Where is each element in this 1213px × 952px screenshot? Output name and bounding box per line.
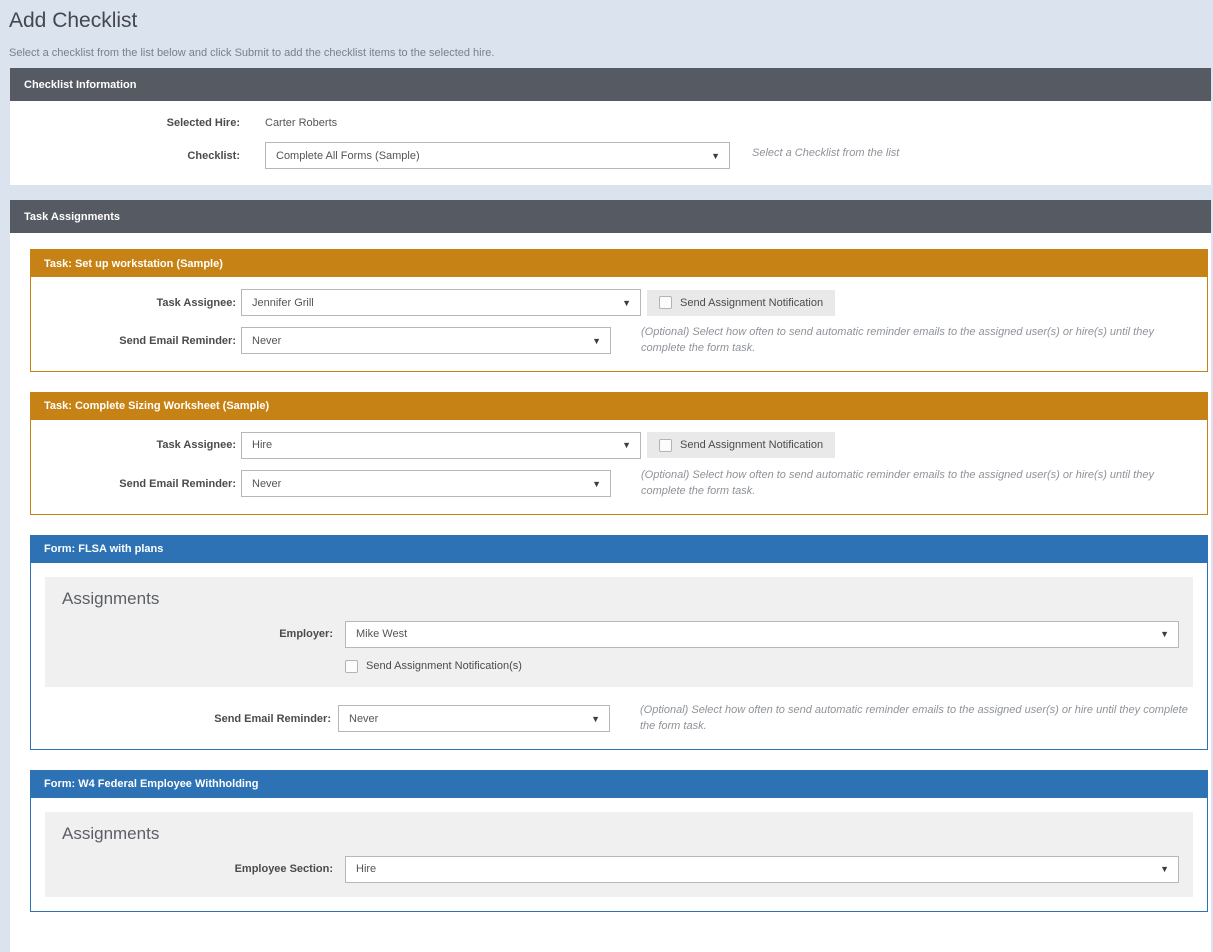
send-assignment-notification-row: Send Assignment Notification(s) <box>345 660 1179 673</box>
task-panel-title: Task: Set up workstation (Sample) <box>31 250 1207 277</box>
checklist-hint: Select a Checklist from the list <box>752 146 899 162</box>
reminder-hint: (Optional) Select how often to send auto… <box>641 468 1193 500</box>
send-email-reminder-select[interactable]: Never ▼ <box>241 470 611 497</box>
employer-row: Employer: Mike West ▼ <box>60 621 1179 648</box>
chevron-down-icon: ▼ <box>1154 629 1178 639</box>
page-subtitle: Select a checklist from the list below a… <box>9 47 1203 60</box>
task-panel-complete-sizing-worksheet: Task: Complete Sizing Worksheet (Sample)… <box>30 392 1208 515</box>
send-assignment-notification-label: Send Assignment Notification(s) <box>366 660 522 672</box>
send-assignment-notification-label: Send Assignment Notification <box>680 297 823 309</box>
task-assignee-label: Task Assignee: <box>31 439 241 451</box>
send-assignment-notification-checkbox[interactable] <box>659 296 672 309</box>
task-assignee-select-value: Hire <box>242 439 616 451</box>
employee-section-select-value: Hire <box>346 863 1154 875</box>
checklist-row: Checklist: Complete All Forms (Sample) ▼… <box>10 142 1211 169</box>
send-email-reminder-row: Send Email Reminder: Never ▼ (Optional) … <box>45 703 1193 735</box>
checklist-information-section: Checklist Information Selected Hire: Car… <box>10 68 1211 185</box>
task-assignee-select-value: Jennifer Grill <box>242 297 616 309</box>
selected-hire-value: Carter Roberts <box>265 117 337 129</box>
send-assignment-notification-checkbox[interactable] <box>659 439 672 452</box>
send-email-reminder-label: Send Email Reminder: <box>31 335 241 347</box>
checklist-select[interactable]: Complete All Forms (Sample) ▼ <box>265 142 730 169</box>
send-email-reminder-select-value: Never <box>339 713 585 725</box>
assignments-box: Assignments Employer: Mike West ▼ Send A… <box>45 577 1193 687</box>
employee-section-label: Employee Section: <box>60 863 345 875</box>
chevron-down-icon: ▼ <box>616 440 640 450</box>
chevron-down-icon: ▼ <box>586 479 610 489</box>
selected-hire-row: Selected Hire: Carter Roberts <box>10 117 1211 129</box>
form-panel-flsa: Form: FLSA with plans Assignments Employ… <box>30 535 1208 750</box>
send-email-reminder-label: Send Email Reminder: <box>45 713 331 725</box>
assignments-box: Assignments Employee Section: Hire ▼ <box>45 812 1193 897</box>
assignments-heading: Assignments <box>62 824 1179 844</box>
employee-section-select[interactable]: Hire ▼ <box>345 856 1179 883</box>
checklist-label: Checklist: <box>10 150 265 162</box>
chevron-down-icon: ▼ <box>1154 864 1178 874</box>
send-assignment-notification-chip: Send Assignment Notification <box>647 432 835 458</box>
task-assignee-select[interactable]: Hire ▼ <box>241 432 641 459</box>
chevron-down-icon: ▼ <box>586 336 610 346</box>
section-header-task-assignments: Task Assignments <box>10 200 1211 233</box>
send-email-reminder-label: Send Email Reminder: <box>31 478 241 490</box>
send-email-reminder-select-value: Never <box>242 478 586 490</box>
send-email-reminder-row: Send Email Reminder: Never ▼ (Optional) … <box>31 325 1207 357</box>
send-email-reminder-select-value: Never <box>242 335 586 347</box>
employer-label: Employer: <box>60 628 345 640</box>
task-assignee-row: Task Assignee: Hire ▼ Send Assignment No… <box>31 432 1207 459</box>
chevron-down-icon: ▼ <box>585 714 609 724</box>
employee-section-row: Employee Section: Hire ▼ <box>60 856 1179 883</box>
send-email-reminder-row: Send Email Reminder: Never ▼ (Optional) … <box>31 468 1207 500</box>
page-header: Add Checklist Select a checklist from th… <box>0 0 1213 60</box>
employer-select[interactable]: Mike West ▼ <box>345 621 1179 648</box>
chevron-down-icon: ▼ <box>616 298 640 308</box>
send-email-reminder-select[interactable]: Never ▼ <box>241 327 611 354</box>
form-panel-title: Form: W4 Federal Employee Withholding <box>31 771 1207 798</box>
form-panel-w4: Form: W4 Federal Employee Withholding As… <box>30 770 1208 912</box>
chevron-down-icon: ▼ <box>705 151 729 161</box>
send-assignment-notification-label: Send Assignment Notification <box>680 439 823 451</box>
section-header-checklist-information: Checklist Information <box>10 68 1211 101</box>
reminder-hint: (Optional) Select how often to send auto… <box>641 325 1193 357</box>
task-assignee-select[interactable]: Jennifer Grill ▼ <box>241 289 641 316</box>
form-panel-title: Form: FLSA with plans <box>31 536 1207 563</box>
send-assignment-notification-chip: Send Assignment Notification <box>647 290 835 316</box>
checklist-select-value: Complete All Forms (Sample) <box>266 150 705 162</box>
assignments-heading: Assignments <box>62 589 1179 609</box>
employer-select-value: Mike West <box>346 628 1154 640</box>
reminder-hint: (Optional) Select how often to send auto… <box>640 703 1192 735</box>
task-assignee-row: Task Assignee: Jennifer Grill ▼ Send Ass… <box>31 289 1207 316</box>
send-email-reminder-select[interactable]: Never ▼ <box>338 705 610 732</box>
send-assignment-notification-checkbox[interactable] <box>345 660 358 673</box>
page-title: Add Checklist <box>9 9 1203 33</box>
task-panel-set-up-workstation: Task: Set up workstation (Sample) Task A… <box>30 249 1208 372</box>
task-assignments-section: Task Assignments Task: Set up workstatio… <box>10 200 1211 952</box>
task-panel-title: Task: Complete Sizing Worksheet (Sample) <box>31 393 1207 420</box>
task-assignee-label: Task Assignee: <box>31 297 241 309</box>
selected-hire-label: Selected Hire: <box>10 117 265 129</box>
